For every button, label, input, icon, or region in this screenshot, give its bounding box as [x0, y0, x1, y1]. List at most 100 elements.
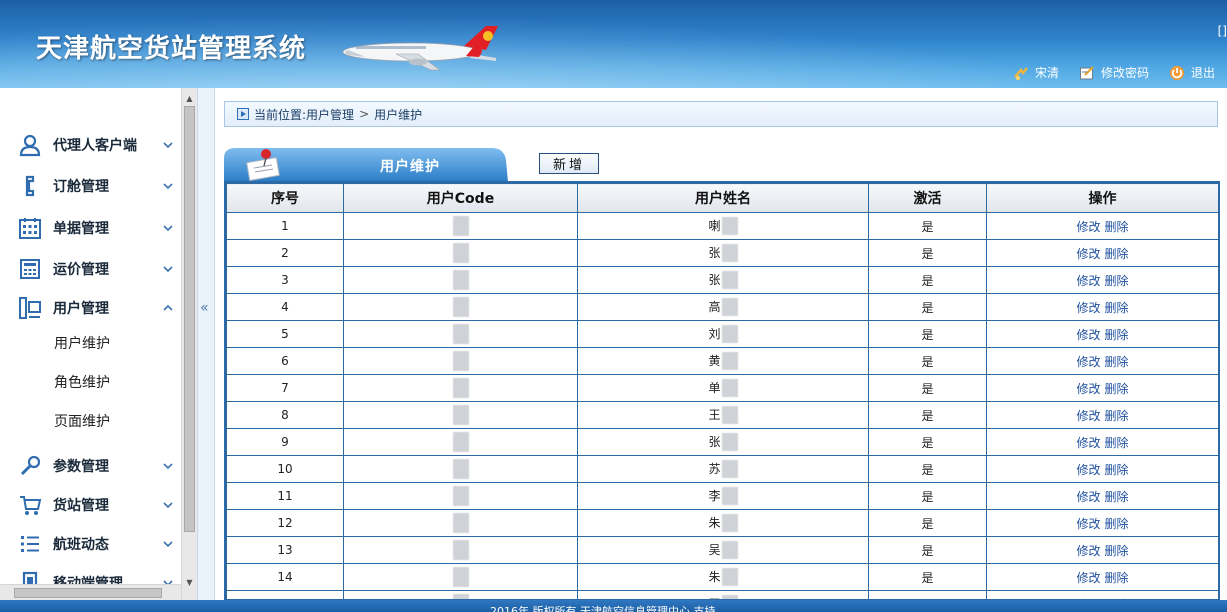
edit-link[interactable]: 修改	[1076, 247, 1100, 261]
row-number-cell: 7	[226, 374, 344, 402]
user-name-cell: 王	[577, 401, 869, 429]
sidebar-item-agent-client[interactable]: 代理人客户端	[0, 130, 181, 160]
redacted-name-block	[721, 568, 738, 587]
change-password-label: 修改密码	[1100, 66, 1149, 80]
user-name-text: 黄	[708, 353, 721, 368]
list-icon	[21, 536, 39, 552]
user-name-text: 李	[708, 488, 721, 503]
edit-link[interactable]: 修改	[1076, 274, 1100, 288]
column-header-name: 用户姓名	[577, 183, 869, 213]
sidebar-item-flight-status[interactable]: 航班动态	[0, 529, 181, 559]
table-row: 5 刘是修改 删除	[226, 320, 1218, 348]
user-card-icon	[19, 297, 41, 319]
user-name-cell: 苏	[577, 455, 869, 483]
scroll-down-arrow-icon[interactable]: ▼	[182, 574, 197, 590]
scroll-up-arrow-icon[interactable]: ▲	[182, 90, 197, 106]
breadcrumb-separator: >	[359, 107, 370, 121]
user-code-cell	[343, 455, 578, 483]
row-number-cell: 8	[226, 401, 344, 429]
table-row: 2 张是修改 删除	[226, 239, 1218, 267]
sidebar-item-user-management[interactable]: 用户管理	[0, 293, 181, 323]
delete-link[interactable]: 删除	[1105, 463, 1129, 477]
sidebar-subitem-user-maintenance[interactable]: 用户维护	[54, 333, 110, 353]
edit-link[interactable]: 修改	[1076, 463, 1100, 477]
breadcrumb-level2: 用户维护	[374, 107, 423, 122]
chevron-down-icon	[163, 142, 173, 149]
redacted-name-block	[721, 406, 738, 425]
sidebar-collapse-bar[interactable]: «	[197, 88, 215, 600]
active-cell: 是	[868, 320, 987, 348]
redacted-code-block	[452, 324, 469, 344]
edit-link[interactable]: 修改	[1076, 220, 1100, 234]
delete-link[interactable]: 删除	[1105, 247, 1129, 261]
edit-link[interactable]: 修改	[1076, 544, 1100, 558]
user-name-cell: 朱	[577, 563, 869, 591]
edit-link[interactable]: 修改	[1076, 355, 1100, 369]
horizontal-scroll-thumb[interactable]	[14, 588, 162, 598]
sidebar-subitem-page-maintenance[interactable]: 页面维护	[54, 411, 110, 431]
double-chevron-left-icon[interactable]: «	[200, 300, 209, 316]
add-button[interactable]: 新增	[539, 153, 599, 174]
active-cell: 是	[868, 455, 987, 483]
logout-link[interactable]: 退出	[1169, 64, 1215, 81]
chevron-down-icon	[163, 266, 173, 273]
edit-link[interactable]: 修改	[1076, 382, 1100, 396]
delete-link[interactable]: 删除	[1105, 517, 1129, 531]
user-name-text: 张	[708, 245, 721, 260]
vertical-scroll-thumb[interactable]	[184, 106, 195, 532]
delete-link[interactable]: 删除	[1105, 301, 1129, 315]
sidebar-item-label: 用户管理	[53, 301, 109, 317]
edit-link[interactable]: 修改	[1076, 409, 1100, 423]
row-number-cell: 3	[226, 266, 344, 294]
delete-link[interactable]: 删除	[1105, 571, 1129, 585]
delete-link[interactable]: 删除	[1105, 355, 1129, 369]
column-header-active: 激活	[868, 183, 987, 213]
delete-link[interactable]: 删除	[1105, 409, 1129, 423]
redacted-code-block	[452, 243, 469, 263]
user-name-cell: 张	[577, 428, 869, 456]
sidebar-item-pricing[interactable]: 运价管理	[0, 254, 181, 284]
edit-link[interactable]: 修改	[1076, 328, 1100, 342]
sidebar-item-cargo-station[interactable]: 货站管理	[0, 490, 181, 520]
redacted-code-block	[452, 405, 469, 425]
sidebar-item-label: 货站管理	[53, 498, 109, 514]
sidebar-item-booking[interactable]: 订舱管理	[0, 171, 181, 201]
actions-cell: 修改删除	[986, 428, 1218, 456]
user-code-cell	[343, 239, 578, 267]
delete-link[interactable]: 删除	[1105, 382, 1129, 396]
user-name-text: 张	[708, 434, 721, 449]
delete-link[interactable]: 删除	[1105, 436, 1129, 450]
sidebar-horizontal-scrollbar[interactable]	[0, 584, 181, 600]
current-user-link[interactable]: 宋清	[1013, 64, 1059, 81]
edit-link[interactable]: 修改	[1076, 517, 1100, 531]
row-number-cell: 12	[226, 509, 344, 537]
redacted-name-block	[721, 487, 738, 506]
delete-link[interactable]: 删除	[1105, 490, 1129, 504]
delete-link[interactable]: 删除	[1105, 274, 1129, 288]
sidebar-item-label: 航班动态	[53, 537, 109, 553]
edit-link[interactable]: 修改	[1076, 436, 1100, 450]
sidebar-subitem-role-maintenance[interactable]: 角色维护	[54, 372, 110, 392]
user-code-cell	[343, 347, 578, 375]
edit-link[interactable]: 修改	[1076, 571, 1100, 585]
chevron-down-icon	[163, 541, 173, 548]
sidebar-item-label: 参数管理	[53, 459, 109, 475]
user-arrow-icon	[1014, 66, 1028, 80]
delete-link[interactable]: 删除	[1105, 220, 1129, 234]
redacted-name-block	[721, 352, 738, 371]
edit-link[interactable]: 修改	[1076, 490, 1100, 504]
change-password-link[interactable]: 修改密码	[1079, 64, 1149, 81]
active-cell: 是	[868, 536, 987, 564]
redacted-code-block	[452, 432, 469, 452]
edit-link[interactable]: 修改	[1076, 301, 1100, 315]
delete-link[interactable]: 删除	[1105, 544, 1129, 558]
edit-note-icon	[1079, 65, 1094, 79]
sidebar-item-label: 单据管理	[53, 221, 109, 237]
sidebar-vertical-scrollbar[interactable]: ▲ ▼	[181, 88, 197, 600]
sidebar-item-documents[interactable]: 单据管理	[0, 213, 181, 243]
breadcrumb-level1[interactable]: 用户管理	[306, 106, 354, 123]
sidebar-item-parameters[interactable]: 参数管理	[0, 451, 181, 481]
user-code-cell	[343, 374, 578, 402]
row-number-cell: 11	[226, 482, 344, 510]
delete-link[interactable]: 删除	[1105, 328, 1129, 342]
